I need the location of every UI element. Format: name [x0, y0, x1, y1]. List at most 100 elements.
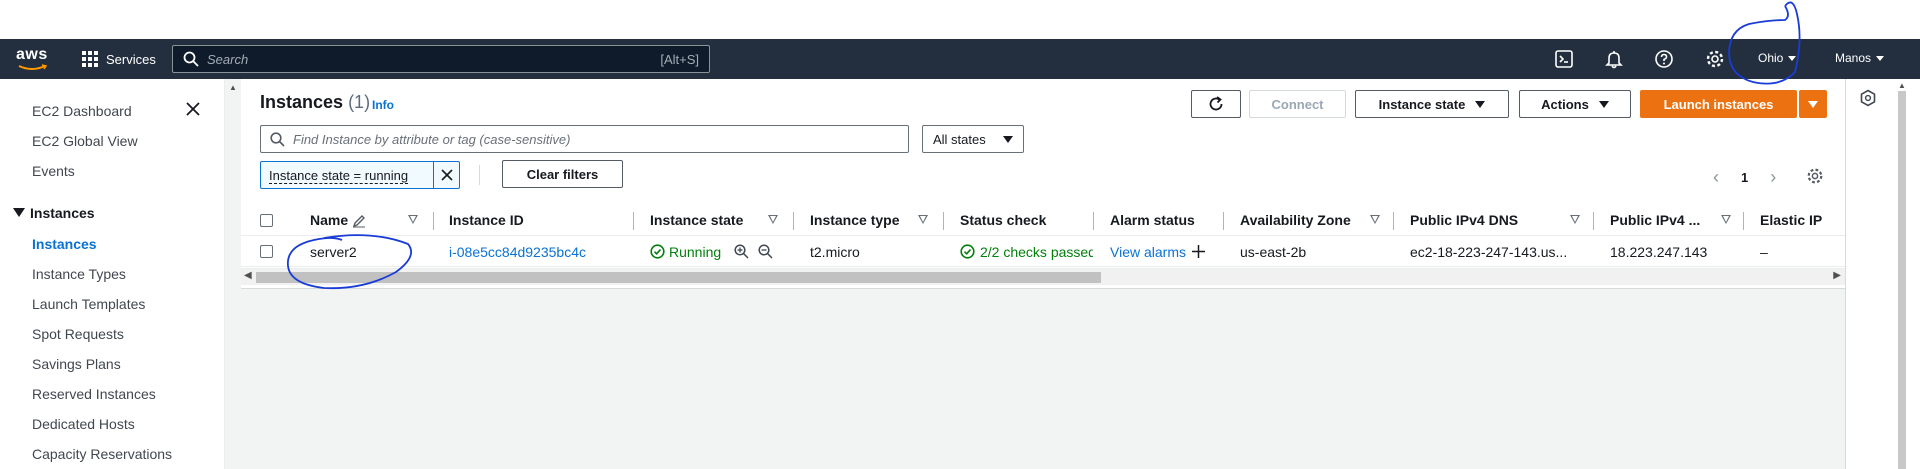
cloudshell-icon[interactable]: [1554, 49, 1574, 69]
sort-icon[interactable]: [1570, 215, 1580, 224]
column-divider[interactable]: [1743, 212, 1744, 230]
column-divider[interactable]: [633, 212, 634, 230]
scroll-up-icon[interactable]: ▲: [1898, 81, 1906, 90]
sort-icon[interactable]: [918, 215, 928, 224]
instance-filter-input[interactable]: Find Instance by attribute or tag (case-…: [260, 125, 909, 153]
cell-status-check: 2/2 checks passed: [980, 244, 1093, 260]
column-divider[interactable]: [793, 212, 794, 230]
cell-public-ipv4-dns: ec2-18-223-247-143.us...: [1410, 244, 1568, 260]
cell-name[interactable]: server2: [310, 244, 357, 260]
cell-instance-id[interactable]: i-08e5cc84d9235bc4c: [449, 244, 586, 260]
aws-logo[interactable]: aws: [16, 46, 52, 72]
column-header-name[interactable]: Name: [310, 212, 348, 228]
row-checkbox[interactable]: [260, 245, 273, 258]
scrollbar-thumb[interactable]: [256, 272, 1101, 283]
scroll-up-icon[interactable]: ▲: [229, 83, 237, 92]
edit-pencil-icon: [352, 215, 365, 228]
info-link[interactable]: Info: [372, 98, 394, 112]
sidebar-section-instances[interactable]: Instances: [30, 205, 95, 221]
cell-alarm-status[interactable]: View alarms: [1110, 244, 1186, 260]
sidebar-item-capacity-reservations[interactable]: Capacity Reservations: [32, 446, 172, 462]
table-horizontal-scrollbar[interactable]: ◀ ▶: [241, 268, 1845, 285]
refresh-icon: [1209, 96, 1223, 111]
user-menu[interactable]: Manos: [1835, 51, 1885, 65]
instance-state-label: Instance state: [1378, 96, 1466, 112]
region-selector[interactable]: Ohio: [1758, 51, 1797, 65]
search-shortcut: [Alt+S]: [660, 52, 699, 67]
refresh-button[interactable]: [1191, 90, 1241, 118]
sidebar-item-launch-templates[interactable]: Launch Templates: [32, 296, 145, 312]
previous-page-icon[interactable]: ‹: [1713, 167, 1719, 188]
settings-gear-icon[interactable]: [1705, 49, 1725, 69]
sidebar-item-ec2-dashboard[interactable]: EC2 Dashboard: [32, 103, 132, 119]
column-divider[interactable]: [1593, 212, 1594, 230]
global-search-input[interactable]: Search [Alt+S]: [172, 45, 710, 73]
sidebar-item-ec2-global-view[interactable]: EC2 Global View: [32, 133, 138, 149]
right-utility-rail: [1845, 79, 1890, 469]
scroll-right-icon[interactable]: ▶: [1833, 270, 1841, 281]
column-divider[interactable]: [1393, 212, 1394, 230]
column-divider[interactable]: [1223, 212, 1224, 230]
caret-down-icon[interactable]: [13, 208, 25, 218]
scroll-left-icon[interactable]: ◀: [244, 270, 252, 281]
add-alarm-icon[interactable]: [1191, 244, 1206, 259]
launch-dropdown-button[interactable]: [1799, 90, 1827, 118]
remove-filter-button[interactable]: [433, 162, 460, 188]
caret-down-icon: [1475, 100, 1486, 108]
sidebar-item-reserved-instances[interactable]: Reserved Instances: [32, 386, 156, 402]
connect-button[interactable]: Connect: [1249, 90, 1346, 118]
column-header-instance-type[interactable]: Instance type: [810, 212, 899, 228]
sort-icon[interactable]: [1721, 215, 1731, 224]
select-all-checkbox[interactable]: [260, 214, 273, 227]
caret-down-icon: [1876, 55, 1885, 61]
close-icon[interactable]: [185, 101, 201, 117]
sidebar-item-dedicated-hosts[interactable]: Dedicated Hosts: [32, 416, 135, 432]
page-scrollbar[interactable]: ▲: [1890, 79, 1920, 469]
sort-icon[interactable]: [768, 215, 778, 224]
top-blank-area: [0, 0, 1920, 39]
cell-public-ipv4: 18.223.247.143: [1610, 244, 1708, 260]
page-number[interactable]: 1: [1741, 170, 1748, 185]
column-header-public-ipv4[interactable]: Public IPv4 ...: [1610, 212, 1700, 228]
column-header-status-check[interactable]: Status check: [960, 212, 1046, 228]
states-select[interactable]: All states: [922, 125, 1024, 153]
bell-icon[interactable]: [1604, 49, 1624, 69]
zoom-in-icon[interactable]: [734, 244, 749, 259]
sidebar-item-spot-requests[interactable]: Spot Requests: [32, 326, 124, 342]
sidebar-item-instances[interactable]: Instances: [32, 236, 97, 252]
launch-instances-label: Launch instances: [1663, 96, 1774, 112]
column-divider[interactable]: [943, 212, 944, 230]
table-row[interactable]: server2 i-08e5cc84d9235bc4c Running t2.m…: [241, 236, 1845, 267]
sort-icon[interactable]: [408, 215, 418, 224]
filter-token[interactable]: Instance state = running: [260, 161, 460, 189]
actions-button[interactable]: Actions: [1519, 90, 1631, 118]
states-value: All states: [933, 131, 986, 147]
table-settings-gear-icon[interactable]: [1806, 167, 1824, 185]
services-menu[interactable]: Services: [82, 48, 156, 70]
sidebar-item-instance-types[interactable]: Instance Types: [32, 266, 126, 282]
cell-availability-zone: us-east-2b: [1240, 244, 1307, 260]
sidebar-scrollbar[interactable]: ▲: [224, 79, 241, 469]
next-page-icon[interactable]: ›: [1770, 167, 1776, 188]
sidebar-item-savings-plans[interactable]: Savings Plans: [32, 356, 121, 372]
cell-elastic-ip: –: [1760, 244, 1768, 260]
column-header-alarm-status[interactable]: Alarm status: [1110, 212, 1195, 228]
zoom-out-icon[interactable]: [758, 244, 773, 259]
column-divider[interactable]: [433, 212, 434, 230]
column-header-instance-id[interactable]: Instance ID: [449, 212, 524, 228]
column-header-public-ipv4-dns[interactable]: Public IPv4 DNS: [1410, 212, 1518, 228]
column-divider[interactable]: [1093, 212, 1094, 230]
column-header-availability-zone[interactable]: Availability Zone: [1240, 212, 1351, 228]
column-header-instance-state[interactable]: Instance state: [650, 212, 743, 228]
launch-instances-button[interactable]: Launch instances: [1640, 90, 1797, 118]
hexagon-icon[interactable]: [1859, 89, 1877, 107]
instance-state-button[interactable]: Instance state: [1355, 90, 1509, 118]
search-icon: [183, 51, 199, 67]
scrollbar-thumb[interactable]: [1898, 91, 1906, 469]
title-text: Instances: [260, 92, 344, 112]
sort-icon[interactable]: [1370, 215, 1380, 224]
sidebar-item-events[interactable]: Events: [32, 163, 75, 179]
help-icon[interactable]: [1654, 49, 1674, 69]
column-header-elastic-ip[interactable]: Elastic IP: [1760, 212, 1822, 228]
clear-filters-button[interactable]: Clear filters: [502, 160, 623, 188]
